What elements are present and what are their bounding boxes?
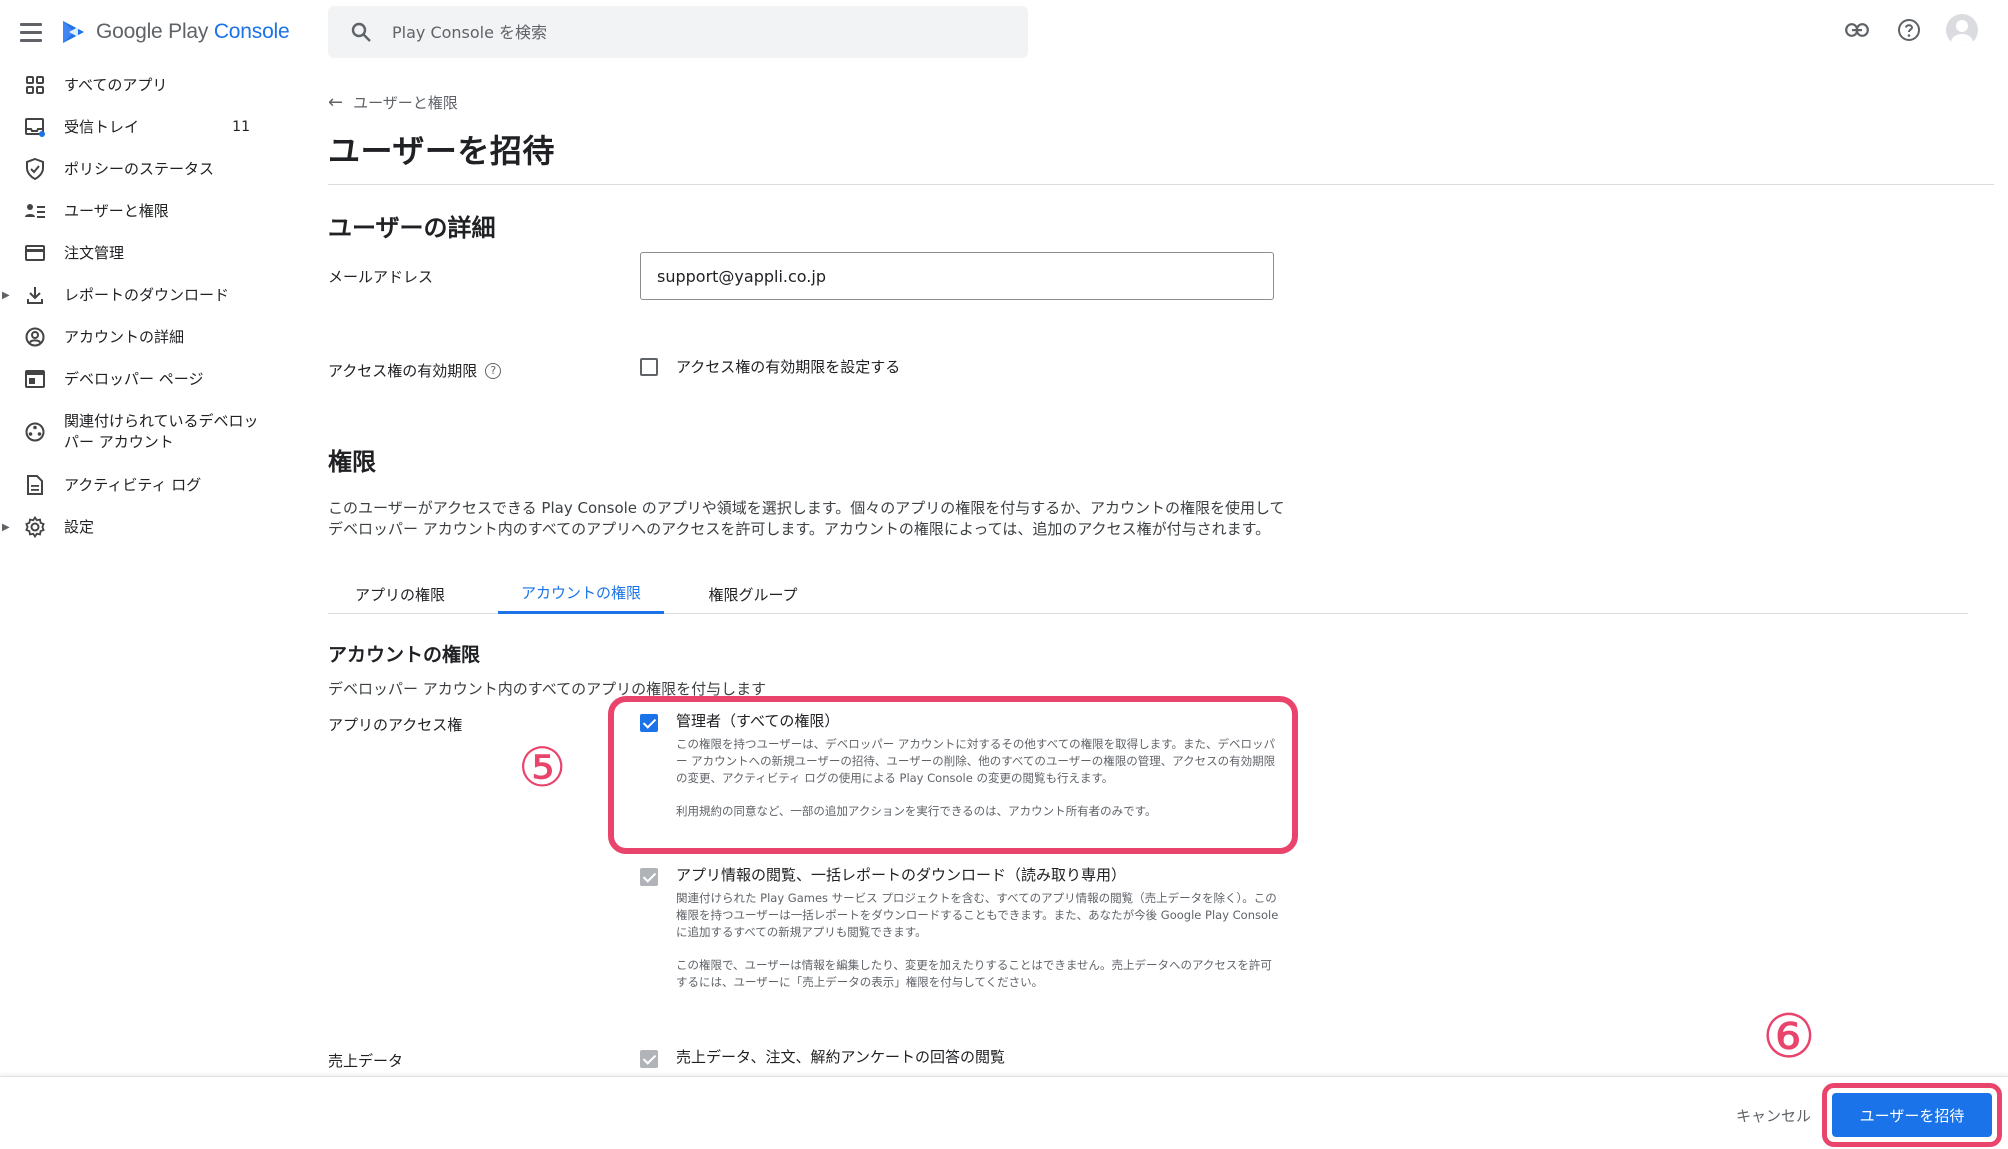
- tab-account-permissions[interactable]: アカウントの権限: [498, 574, 664, 614]
- sidebar-item-settings[interactable]: ▶ 設定: [0, 506, 280, 548]
- account-circle-icon: [24, 326, 46, 348]
- page-title: ユーザーを招待: [328, 132, 555, 170]
- view-info-permission-description: 関連付けられた Play Games サービス プロジェクトを含む、すべてのアプ…: [676, 891, 1279, 939]
- grid-icon: [24, 74, 46, 96]
- sidebar-item-label: 注文管理: [64, 243, 125, 262]
- sidebar-item-label: ポリシーのステータス: [64, 159, 215, 178]
- sales-permission-text: 売上データ、注文、解約アンケートの回答の閲覧: [676, 1046, 1005, 1068]
- cancel-button[interactable]: キャンセル: [1736, 1105, 1811, 1126]
- brand-name: Google Play Console: [96, 20, 290, 43]
- email-label: メールアドレス: [328, 268, 434, 286]
- credit-card-icon: [24, 242, 46, 264]
- step-5-marker: ⑤: [518, 736, 567, 799]
- sidebar-item-label: アカウントの詳細: [64, 327, 185, 346]
- sidebar-item-activity-log[interactable]: アクティビティ ログ: [0, 464, 280, 506]
- link-icon[interactable]: [1842, 15, 1872, 45]
- sidebar-item-label: 関連付けられているデベロッパー アカウント: [64, 412, 259, 451]
- email-field[interactable]: [640, 252, 1274, 300]
- sidebar-item-order-management[interactable]: 注文管理: [0, 232, 280, 274]
- expiry-checkbox[interactable]: [640, 357, 658, 376]
- sidebar-item-users-permissions[interactable]: ユーザーと権限: [0, 190, 280, 232]
- sidebar-item-label: ユーザーと権限: [64, 201, 169, 220]
- expiry-checkbox-row[interactable]: アクセス権の有効期限を設定する: [640, 356, 900, 377]
- view-info-permission-note: この権限で、ユーザーは情報を編集したり、変更を加えたりすることはできません。売上…: [676, 958, 1272, 989]
- play-console-logo: [63, 21, 84, 43]
- invite-user-button[interactable]: ユーザーを招待: [1832, 1093, 1992, 1137]
- app-access-label: アプリのアクセス権: [328, 716, 463, 734]
- view-info-permission-text: アプリ情報の閲覧、一括レポートのダウンロード（読み取り専用） 関連付けられた P…: [676, 864, 1280, 991]
- permissions-description: このユーザーがアクセスできる Play Console のアプリや領域を選択しま…: [328, 499, 1285, 538]
- sidebar-item-developer-page[interactable]: デベロッパー ページ: [0, 358, 280, 400]
- help-icon[interactable]: [1894, 15, 1924, 45]
- document-icon: [24, 474, 46, 496]
- linked-accounts-icon: [24, 421, 46, 443]
- sidebar-item-account-details[interactable]: アカウントの詳細: [0, 316, 280, 358]
- sidebar-item-label: レポートのダウンロード: [64, 285, 230, 304]
- sidebar-item-label: すべてのアプリ: [64, 75, 168, 94]
- account-permissions-title: アカウントの権限: [328, 644, 481, 666]
- bottom-action-bar: キャンセル ユーザーを招待: [0, 1076, 2008, 1149]
- permissions-title: 権限: [328, 448, 376, 476]
- inbox-count-badge: 11: [232, 119, 250, 135]
- view-info-permission-item: アプリ情報の閲覧、一括レポートのダウンロード（読み取り専用） 関連付けられた P…: [640, 864, 1280, 991]
- top-actions: [1842, 14, 1978, 46]
- search-icon: [351, 22, 371, 42]
- sidebar-item-report-download[interactable]: ▶ レポートのダウンロード: [0, 274, 280, 316]
- sales-data-label: 売上データ: [328, 1052, 404, 1070]
- sidebar-item-linked-developer-accounts[interactable]: 関連付けられているデベロッパー アカウント: [0, 400, 280, 464]
- breadcrumb-back-link[interactable]: ← ユーザーと権限: [328, 90, 1968, 114]
- expiry-checkbox-label: アクセス権の有効期限を設定する: [676, 358, 901, 376]
- tab-app-permissions[interactable]: アプリの権限: [338, 574, 462, 614]
- sales-permission-item: 売上データ、注文、解約アンケートの回答の閲覧: [640, 1046, 1280, 1068]
- sidebar-item-all-apps[interactable]: すべてのアプリ: [0, 64, 280, 106]
- tab-permission-groups[interactable]: 権限グループ: [688, 574, 818, 614]
- expiry-label-row: アクセス権の有効期限 ?: [328, 360, 502, 381]
- permission-tabs: アプリの権限 アカウントの権限 権限グループ: [328, 574, 1968, 614]
- sidebar: Google Play Console すべてのアプリ 受信トレイ 11 ポリシ…: [0, 0, 300, 1149]
- shield-icon: [24, 158, 46, 180]
- sidebar-item-policy-status[interactable]: ポリシーのステータス: [0, 148, 280, 190]
- header-divider: [328, 184, 1994, 185]
- user-details-title: ユーザーの詳細: [328, 214, 496, 242]
- search-bar[interactable]: [328, 6, 1028, 58]
- search-input[interactable]: [392, 22, 992, 42]
- people-icon: [24, 200, 46, 222]
- web-page-icon: [24, 368, 46, 390]
- sales-checkbox[interactable]: [640, 1050, 658, 1068]
- gear-icon: [24, 516, 46, 538]
- main-content: ← ユーザーと権限 ユーザーを招待 ユーザーの詳細 メールアドレス アクセス権の…: [328, 90, 1994, 1107]
- expand-caret-icon[interactable]: ▶: [2, 290, 10, 301]
- sidebar-item-label: デベロッパー ページ: [64, 369, 204, 388]
- sidebar-item-label: アクティビティ ログ: [64, 475, 202, 494]
- view-info-permission-title: アプリ情報の閲覧、一括レポートのダウンロード（読み取り専用）: [676, 866, 1127, 884]
- sidebar-item-label: 設定: [64, 517, 95, 536]
- view-info-checkbox[interactable]: [640, 868, 658, 886]
- help-circle-icon[interactable]: ?: [485, 362, 502, 379]
- breadcrumb: ユーザーと権限: [353, 93, 458, 112]
- download-icon: [24, 284, 46, 306]
- expand-caret-icon[interactable]: ▶: [2, 522, 10, 533]
- sidebar-item-inbox[interactable]: 受信トレイ 11: [0, 106, 280, 148]
- sales-permission-title: 売上データ、注文、解約アンケートの回答の閲覧: [676, 1048, 1005, 1066]
- step-6-marker: ⑥: [1762, 1002, 1816, 1072]
- brand: Google Play Console: [20, 14, 290, 50]
- expiry-label: アクセス権の有効期限: [328, 362, 478, 380]
- inbox-icon: [24, 116, 46, 138]
- sidebar-item-label: 受信トレイ: [64, 117, 140, 136]
- sidebar-nav: すべてのアプリ 受信トレイ 11 ポリシーのステータス ユーザーと権限 注文管理…: [0, 64, 280, 548]
- avatar[interactable]: [1946, 14, 1978, 46]
- arrow-back-icon: ←: [328, 91, 344, 113]
- menu-icon[interactable]: [20, 19, 46, 45]
- admin-highlight-box: [608, 696, 1298, 854]
